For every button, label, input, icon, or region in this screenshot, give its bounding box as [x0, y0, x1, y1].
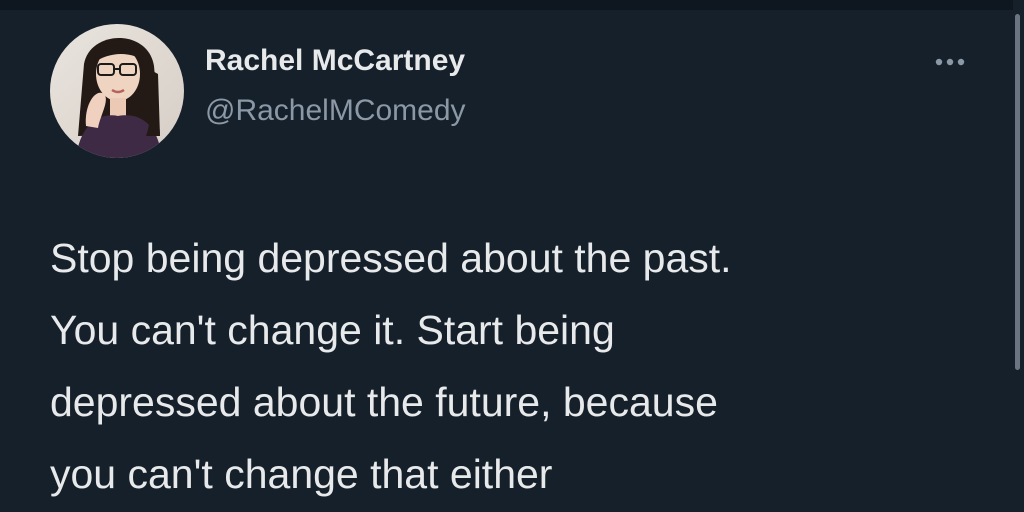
avatar-image: [50, 24, 184, 158]
more-button[interactable]: [930, 50, 970, 74]
tweet-screenshot: Rachel McCartney @RachelMComedy Stop bei…: [0, 0, 1024, 512]
author-handle[interactable]: @RachelMComedy: [205, 94, 466, 128]
tweet-text: Stop being depressed about the past. You…: [50, 235, 732, 497]
top-bar: [0, 0, 1024, 10]
avatar[interactable]: [50, 24, 184, 158]
more-horizontal-icon: [935, 58, 965, 66]
scrollbar-thumb[interactable]: [1015, 14, 1020, 370]
author-name[interactable]: Rachel McCartney: [205, 44, 465, 78]
